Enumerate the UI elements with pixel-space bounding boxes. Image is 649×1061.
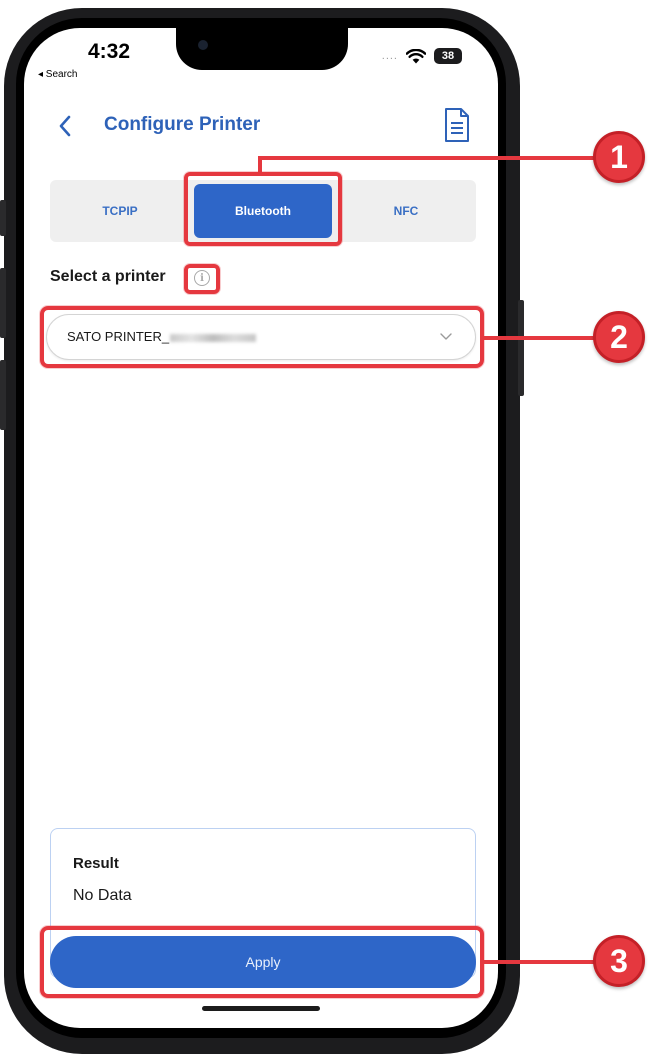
highlight-bluetooth-tab [184, 172, 342, 246]
volume-up-button [0, 268, 6, 338]
status-time: 4:32 [88, 40, 131, 63]
callout-three-line [484, 960, 600, 964]
notch [176, 28, 348, 70]
callout-two: 2 [593, 311, 645, 363]
mute-switch [0, 200, 6, 236]
status-back-to-search[interactable]: ◂ Search [38, 69, 77, 80]
navigation-bar: Configure Printer [24, 104, 498, 150]
volume-down-button [0, 360, 6, 430]
front-camera [198, 40, 208, 50]
cellular-signal-icon: .... [381, 50, 398, 62]
power-button [518, 300, 524, 396]
highlight-apply-button [40, 926, 484, 998]
status-indicators: .... 38 [382, 48, 462, 64]
callout-two-line [484, 336, 600, 340]
result-title: Result [73, 855, 119, 872]
back-button[interactable] [52, 110, 80, 142]
callout-one: 1 [593, 131, 645, 183]
tab-tcpip[interactable]: TCPIP [50, 180, 190, 242]
document-button[interactable] [442, 106, 472, 144]
document-icon [445, 108, 469, 142]
callout-one-line [258, 156, 598, 160]
home-indicator [202, 1006, 320, 1011]
chevron-left-icon [59, 115, 71, 137]
callout-three: 3 [593, 935, 645, 987]
select-printer-label: Select a printer [50, 268, 166, 285]
wifi-icon [406, 48, 426, 63]
battery-icon: 38 [434, 48, 462, 64]
tab-nfc[interactable]: NFC [336, 180, 476, 242]
highlight-info-icon [184, 264, 220, 294]
highlight-printer-dropdown [40, 306, 484, 368]
result-value: No Data [73, 887, 132, 904]
page-title: Configure Printer [104, 114, 261, 135]
callout-one-line-drop [258, 156, 262, 174]
